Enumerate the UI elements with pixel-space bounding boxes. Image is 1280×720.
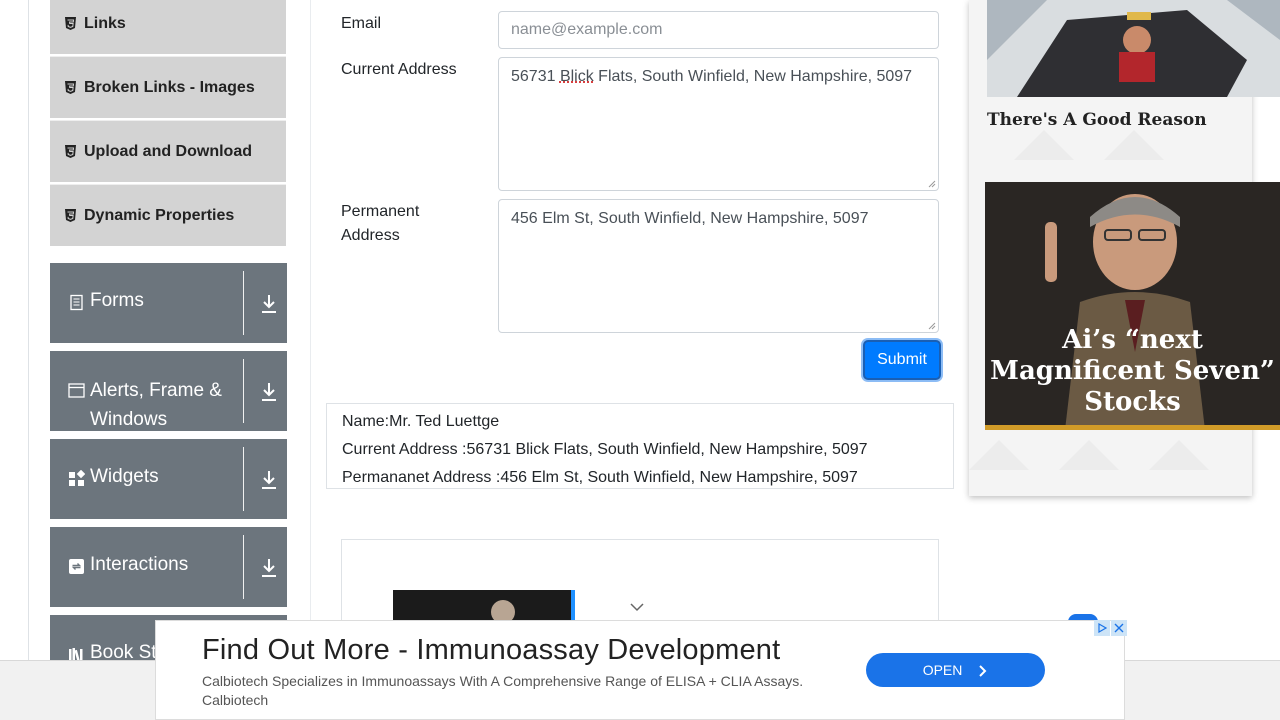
resize-handle-icon[interactable] (928, 180, 936, 188)
sidebar-item-label: Upload and Download (84, 142, 252, 160)
banner-open-button[interactable]: OPEN (866, 653, 1045, 687)
ad-headline[interactable]: There's A Good Reason (987, 110, 1207, 130)
bottom-ad-banner[interactable]: Find Out More - Immunoassay Development … (155, 620, 1125, 720)
left-rule (28, 0, 29, 720)
adchoices-icon[interactable] (1094, 620, 1110, 636)
ad-choices (1093, 620, 1127, 636)
group-separator (243, 447, 244, 511)
current-address-text-post: Flats, South Winfield, New Hampshire, 50… (593, 68, 913, 85)
interactions-icon (68, 558, 85, 575)
email-label: Email (341, 15, 382, 32)
email-placeholder: name@example.com (511, 21, 663, 38)
group-widgets[interactable]: Widgets (50, 439, 287, 519)
sidebar-divider (310, 0, 311, 720)
sidebar-item-upload-download[interactable]: Upload and Download (50, 120, 286, 182)
chevron-down-icon[interactable] (630, 602, 644, 612)
group-forms[interactable]: Forms (50, 263, 287, 343)
download-icon[interactable] (260, 293, 278, 315)
form-icon (68, 294, 85, 311)
sidebar-item-label: Links (84, 14, 126, 32)
output-panel: Name:Mr. Ted Luettge Current Address :56… (326, 403, 954, 489)
current-address-label: Current Address (341, 61, 457, 78)
sidebar-item-links[interactable]: Links (50, 0, 286, 54)
group-separator (243, 359, 244, 423)
download-icon[interactable] (260, 557, 278, 579)
output-permanent-address: Permananet Address :456 Elm St, South Wi… (342, 469, 858, 486)
submit-button[interactable]: Submit (863, 340, 941, 380)
group-interactions[interactable]: Interactions (50, 527, 287, 607)
group-label: Forms (90, 290, 144, 311)
group-separator (243, 535, 244, 599)
group-alerts-frame-windows[interactable]: Alerts, Frame & Windows (50, 351, 287, 431)
current-address-text-pre: 56731 (511, 68, 560, 85)
sidebar-item-broken-links[interactable]: Broken Links - Images (50, 56, 286, 118)
group-label: Alerts, Frame & Windows (90, 380, 222, 430)
banner-title[interactable]: Find Out More - Immunoassay Development (202, 634, 780, 667)
sidebar-item-label: Dynamic Properties (84, 206, 235, 224)
window-icon (68, 382, 85, 399)
output-current-address: Current Address :56731 Blick Flats, Sout… (342, 441, 868, 458)
misspelled-word: Blick (559, 68, 594, 85)
close-icon[interactable] (1111, 620, 1127, 636)
sidebar-item-label: Broken Links - Images (84, 78, 255, 96)
html5-icon (64, 208, 77, 223)
html5-icon (64, 144, 77, 159)
permanent-address-field[interactable]: 456 Elm St, South Winfield, New Hampshir… (498, 199, 939, 333)
resize-handle-icon[interactable] (928, 322, 936, 330)
promo-headline: Ai’s “next Magnificent Seven” Stocks (990, 325, 1275, 417)
permanent-address-label: Permanent Address (341, 203, 420, 244)
output-name: Name:Mr. Ted Luettge (342, 413, 500, 430)
email-field[interactable]: name@example.com (498, 11, 939, 49)
page: Links Broken Links - Images Upload and D… (0, 0, 1280, 720)
group-label: Widgets (90, 466, 159, 487)
group-separator (243, 271, 244, 335)
html5-icon (64, 80, 77, 95)
current-address-field[interactable]: 56731 Blick Flats, South Winfield, New H… (498, 57, 939, 191)
car-ad-image[interactable] (987, 0, 1280, 97)
permanent-address-text: 456 Elm St, South Winfield, New Hampshir… (511, 210, 869, 227)
chevron-right-icon (979, 665, 987, 678)
open-label: OPEN (922, 662, 963, 678)
stocks-promo-ad[interactable]: Ai’s “next Magnificent Seven” Stocks (985, 182, 1280, 430)
html5-icon (64, 16, 77, 31)
banner-description: Calbiotech Specializes in Immunoassays W… (202, 673, 804, 708)
widgets-icon (68, 470, 85, 487)
download-icon[interactable] (260, 381, 278, 403)
sidebar-item-dynamic-properties[interactable]: Dynamic Properties (50, 184, 286, 246)
download-icon[interactable] (260, 469, 278, 491)
group-label: Interactions (90, 554, 189, 575)
